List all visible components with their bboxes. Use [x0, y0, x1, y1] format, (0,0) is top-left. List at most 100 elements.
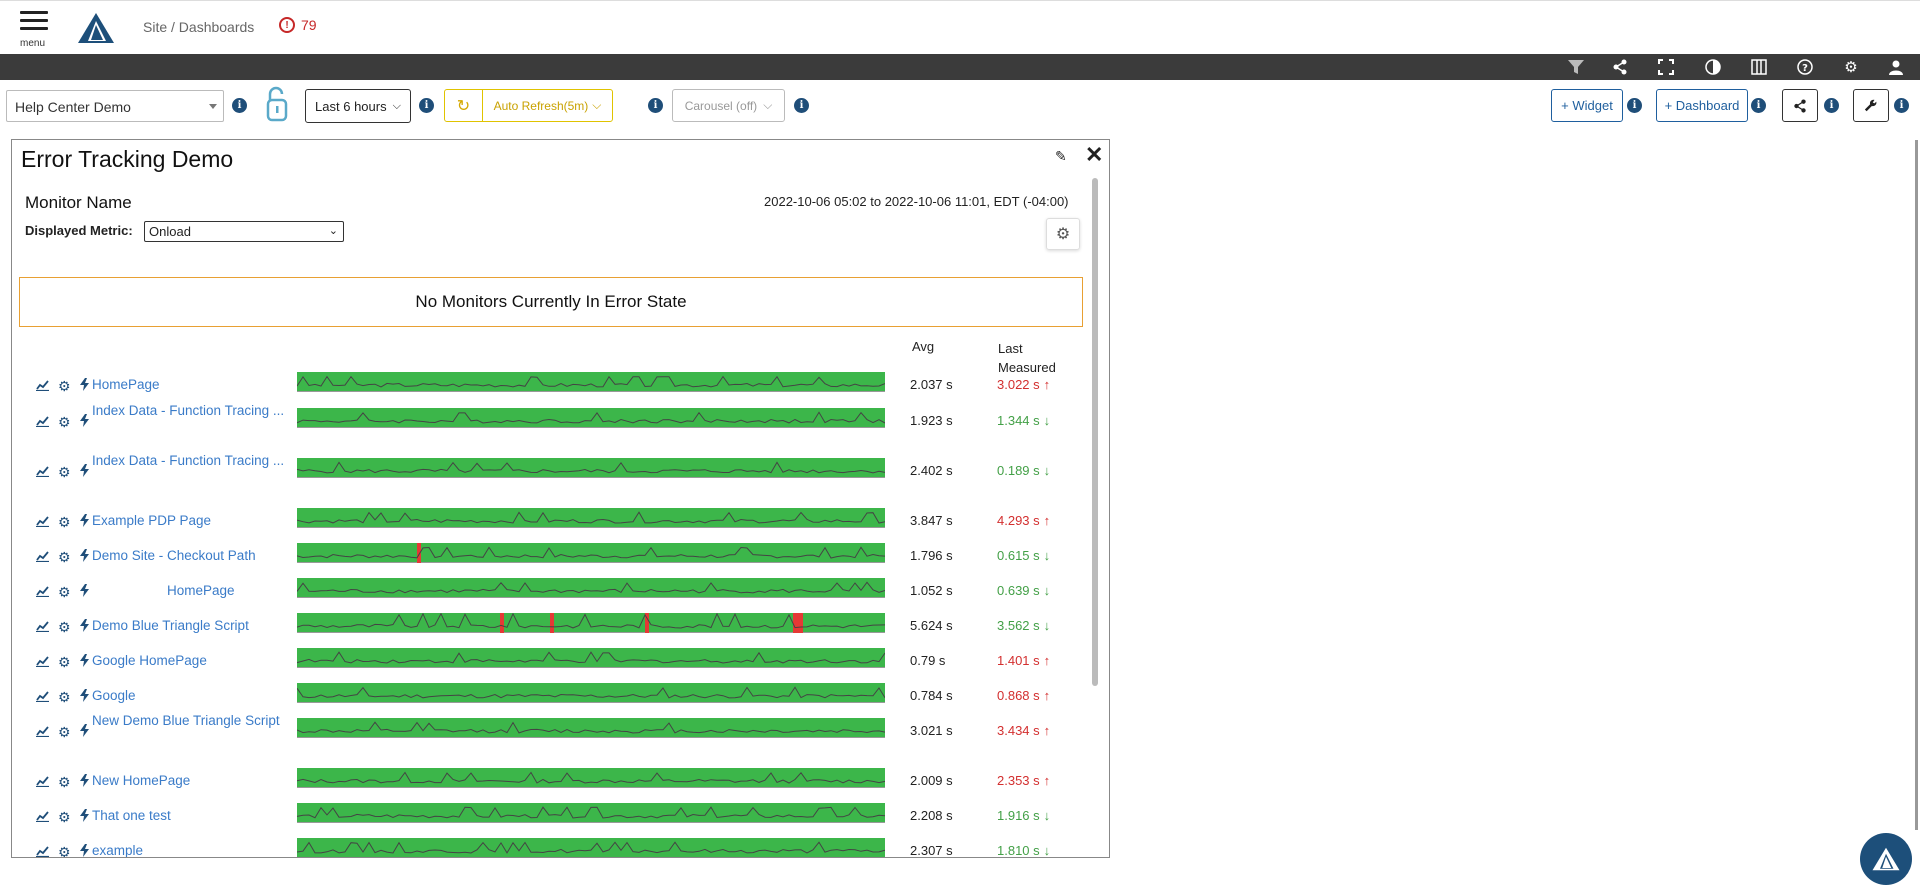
logo-icon[interactable]	[76, 11, 116, 45]
info-icon[interactable]: i	[648, 98, 663, 113]
info-icon[interactable]: i	[1824, 98, 1839, 113]
chart-line-icon[interactable]	[36, 586, 49, 600]
info-icon[interactable]: i	[1627, 98, 1642, 113]
monitor-name-link[interactable]: Demo Site - Checkout Path	[92, 546, 292, 565]
user-icon[interactable]	[1886, 57, 1906, 77]
last-measured-text: 0.189 s	[997, 463, 1040, 478]
auto-refresh-dropdown[interactable]: Auto Refresh(5m) ⌵	[483, 90, 612, 121]
bolt-icon[interactable]	[80, 414, 89, 430]
monitor-name-link[interactable]: Index Data - Function Tracing ...	[92, 401, 292, 420]
chart-line-icon[interactable]	[36, 691, 49, 705]
gear-icon[interactable]: ⚙	[58, 378, 71, 395]
chart-line-icon[interactable]	[36, 621, 49, 635]
gear-icon[interactable]: ⚙	[58, 654, 71, 671]
bolt-icon[interactable]	[80, 724, 89, 740]
settings-icon[interactable]: ⚙	[1841, 57, 1861, 77]
fullscreen-icon[interactable]	[1656, 57, 1676, 77]
share-icon[interactable]	[1610, 57, 1630, 77]
chart-line-icon[interactable]	[36, 656, 49, 670]
bolt-icon[interactable]	[80, 464, 89, 480]
add-widget-button[interactable]: + Widget	[1551, 89, 1623, 122]
last-measured-text: 2.353 s	[997, 773, 1040, 788]
sparkline	[297, 372, 885, 392]
monitor-name-link[interactable]: New Demo Blue Triangle Script	[92, 711, 292, 730]
bolt-icon[interactable]	[80, 809, 89, 825]
chart-line-icon[interactable]	[36, 466, 49, 480]
contrast-icon[interactable]	[1703, 57, 1723, 77]
filter-icon[interactable]	[1566, 57, 1586, 77]
chart-line-icon[interactable]	[36, 551, 49, 565]
gear-icon[interactable]: ⚙	[58, 414, 71, 431]
info-icon[interactable]: i	[1751, 98, 1766, 113]
chart-line-icon[interactable]	[36, 380, 49, 394]
monitor-name-link[interactable]: example	[92, 841, 292, 857]
monitor-name-link[interactable]: Index Data - Function Tracing ...	[92, 451, 292, 470]
breadcrumb[interactable]: Site / Dashboards	[143, 19, 254, 35]
scrollbar-thumb[interactable]	[1092, 178, 1098, 686]
chevron-down-icon: ⌄	[328, 225, 338, 237]
time-range-select[interactable]: Last 6 hours ⌵	[305, 89, 411, 123]
monitor-name-link[interactable]: Google	[92, 686, 292, 705]
info-icon[interactable]: i	[794, 98, 809, 113]
site-select[interactable]: Help Center Demo	[6, 90, 224, 122]
gear-icon[interactable]: ⚙	[58, 584, 71, 601]
gear-icon[interactable]: ⚙	[58, 619, 71, 636]
chart-line-icon[interactable]	[36, 726, 49, 740]
edit-pencil-icon[interactable]: ✎	[1055, 148, 1067, 165]
gear-icon[interactable]: ⚙	[58, 724, 71, 741]
monitor-name-link[interactable]: Example PDP Page	[92, 511, 292, 530]
bolt-icon[interactable]	[80, 584, 89, 600]
bolt-icon[interactable]	[80, 774, 89, 790]
avg-value: 2.009 s	[910, 773, 953, 788]
column-header-avg: Avg	[912, 339, 935, 354]
monitor-name-link[interactable]: That one test	[92, 806, 292, 825]
help-icon[interactable]: ?	[1795, 57, 1815, 77]
monitor-name-link[interactable]: Google HomePage	[92, 651, 292, 670]
gear-icon[interactable]: ⚙	[58, 774, 71, 791]
chart-line-icon[interactable]	[36, 416, 49, 430]
sparkline	[297, 408, 885, 428]
monitor-name-link[interactable]: Demo Blue Triangle Script	[92, 616, 292, 635]
page-scrollbar[interactable]	[1915, 140, 1918, 830]
widget-settings-button[interactable]: ⚙	[1046, 218, 1080, 250]
bolt-icon[interactable]	[80, 654, 89, 670]
chart-line-icon[interactable]	[36, 846, 49, 857]
gear-icon[interactable]: ⚙	[58, 809, 71, 826]
bolt-icon[interactable]	[80, 844, 89, 857]
monitor-name-link[interactable]: New HomePage	[92, 771, 292, 790]
bolt-icon[interactable]	[80, 549, 89, 565]
gear-icon[interactable]: ⚙	[58, 464, 71, 481]
monitor-name-link[interactable]: HomePage	[92, 375, 292, 394]
bolt-icon[interactable]	[80, 619, 89, 635]
info-icon[interactable]: i	[1894, 98, 1909, 113]
assistant-button[interactable]	[1860, 833, 1912, 885]
caret-down-icon	[209, 104, 217, 109]
add-dashboard-button[interactable]: + Dashboard	[1656, 89, 1748, 122]
monitor-name-link[interactable]: HomePage	[92, 581, 292, 600]
widget-scrollbar[interactable]	[1090, 176, 1100, 856]
bolt-icon[interactable]	[80, 689, 89, 705]
dashboard-tools-button[interactable]	[1853, 89, 1889, 122]
chart-line-icon[interactable]	[36, 811, 49, 825]
arrow-up-icon: ↑	[1043, 513, 1051, 528]
bolt-icon[interactable]	[80, 378, 89, 394]
menu-button[interactable]: menu	[20, 11, 48, 49]
chart-line-icon[interactable]	[36, 516, 49, 530]
sparkline	[297, 578, 885, 598]
share-dashboard-button[interactable]	[1782, 89, 1818, 122]
gear-icon[interactable]: ⚙	[58, 844, 71, 857]
info-icon[interactable]: i	[232, 98, 247, 113]
alert-indicator[interactable]: ! 79	[279, 17, 317, 33]
info-icon[interactable]: i	[419, 98, 434, 113]
carousel-select[interactable]: Carousel (off) ⌵	[672, 89, 785, 122]
close-icon[interactable]: ✕	[1085, 142, 1103, 168]
column-layout-icon[interactable]	[1749, 57, 1769, 77]
unlock-icon[interactable]	[266, 86, 288, 122]
displayed-metric-select[interactable]: Onload ⌄	[144, 221, 344, 242]
refresh-icon[interactable]: ↻	[445, 90, 483, 121]
chart-line-icon[interactable]	[36, 776, 49, 790]
gear-icon[interactable]: ⚙	[58, 514, 71, 531]
gear-icon[interactable]: ⚙	[58, 549, 71, 566]
gear-icon[interactable]: ⚙	[58, 689, 71, 706]
bolt-icon[interactable]	[80, 514, 89, 530]
